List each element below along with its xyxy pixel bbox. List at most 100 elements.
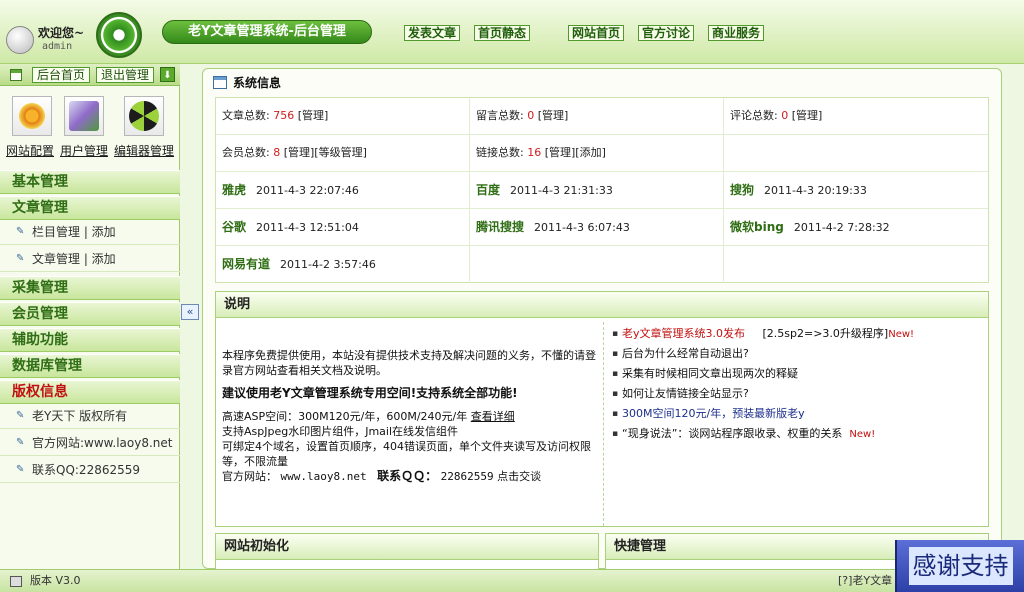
nav-post-article[interactable]: 发表文章 <box>404 25 461 41</box>
description-para2: 建议使用老Y文章管理系统专用空间!支持系统全部功能! <box>222 386 518 400</box>
nav-site-home[interactable]: 网站首页 <box>568 25 625 41</box>
header: 欢迎您~ admin 老Y文章管理系统-后台管理 发表文章 首页静态 网站首页 … <box>0 0 1024 64</box>
comments-cell: 评论总数: 0 [管理] <box>724 98 988 135</box>
thanks-text: 感谢支持 <box>908 547 1013 585</box>
articles-cell: 文章总数: 756 [管理] <box>216 98 470 135</box>
messages-manage-link[interactable]: [管理] <box>538 109 569 122</box>
news-title: “现身说法”：谈网站程序跟收录、权重的关系 <box>622 427 843 440</box>
news-item[interactable]: 如何让友情链接全站显示? <box>612 384 992 404</box>
articles-label: 文章总数: <box>222 109 270 122</box>
menu-sub-article[interactable]: ✎ 文章管理 | 添加 <box>0 246 180 272</box>
site-config-link[interactable]: 网站配置 <box>6 142 54 159</box>
menu-article[interactable]: 文章管理 <box>0 196 180 220</box>
spider-time: 2011-4-3 12:51:04 <box>256 221 359 234</box>
spider-name: 雅虎 <box>222 183 247 197</box>
nav-business-service[interactable]: 商业服务 <box>708 25 765 41</box>
spider-time: 2011-4-3 21:31:33 <box>510 184 613 197</box>
comments-manage-link[interactable]: [管理] <box>792 109 823 122</box>
spider-name: 百度 <box>476 183 501 197</box>
arrow-down-icon[interactable]: ⬇ <box>160 67 175 82</box>
menu-sub-category[interactable]: ✎ 栏目管理 | 添加 <box>0 219 180 245</box>
user-manage-link[interactable]: 用户管理 <box>60 142 108 159</box>
nav-official-forum[interactable]: 官方讨论 <box>638 25 695 41</box>
spider-time: 2011-4-3 22:07:46 <box>256 184 359 197</box>
description-title: 说明 <box>216 292 988 318</box>
news-item[interactable]: “现身说法”：谈网站程序跟收录、权重的关系 New! <box>612 424 992 444</box>
messages-count: 0 <box>527 109 535 122</box>
empty-cell <box>724 135 988 172</box>
site-init-box: 网站初始化 <box>215 533 599 569</box>
news-item[interactable]: 后台为什么经常自动退出? <box>612 344 992 364</box>
menu-database[interactable]: 数据库管理 <box>0 354 180 378</box>
links-count: 16 <box>527 146 542 159</box>
spider-time: 2011-4-3 6:07:43 <box>534 221 630 234</box>
new-badge: New! <box>888 329 915 340</box>
new-badge: New! <box>849 429 876 440</box>
news-item[interactable]: 老y文章管理系统3.0发布 [2.5sp2=>3.0升级程序]New! <box>612 324 992 344</box>
version-text: 版本 V3.0 <box>30 574 81 587</box>
collapse-sidebar-icon[interactable]: « <box>181 304 199 320</box>
main-panel: 系统信息 文章总数: 756 [管理] 留言总数: 0 [管理] 评论总数: 0… <box>202 68 1002 569</box>
spider-time: 2011-4-2 7:28:32 <box>793 221 890 234</box>
articles-manage-link[interactable]: [管理] <box>298 109 329 122</box>
copyright-website[interactable]: ✎ 官方网站:www.laoy8.net <box>0 430 180 456</box>
menu-sub-label: 文章管理 | 添加 <box>32 252 116 266</box>
news-title: 采集有时候相同文章出现两次的释疑 <box>622 367 798 380</box>
spider-name: 微软bing <box>730 220 784 234</box>
thanks-banner[interactable]: 感谢支持 <box>895 540 1024 592</box>
news-item[interactable]: 300M空间120元/年，预装最新版老y <box>612 404 992 424</box>
gears-icon <box>17 101 47 131</box>
site-config-tool[interactable] <box>12 96 52 136</box>
menu-auxiliary[interactable]: 辅助功能 <box>0 328 180 352</box>
copyright-qq: ✎ 联系QQ:22862559 <box>0 457 180 483</box>
pencil-icon: ✎ <box>16 253 25 264</box>
news-title: 300M空间120元/年，预装最新版老y <box>622 407 805 420</box>
editor-manage-tool[interactable] <box>124 96 164 136</box>
username: admin <box>42 41 73 52</box>
news-item[interactable]: 采集有时候相同文章出现两次的释疑 <box>612 364 992 384</box>
system-title: 老Y文章管理系统-后台管理 <box>162 20 372 44</box>
support-line: 支持AspJpeg水印图片组件，Jmail在线发信组件 <box>222 425 459 438</box>
editor-manage-link[interactable]: 编辑器管理 <box>114 142 174 159</box>
domains-line: 可绑定4个域名，设置首页顺序，404错误页面，单个文件夹读写及访问权限等，不限流… <box>222 440 591 468</box>
admin-home-button[interactable]: 后台首页 <box>32 67 91 83</box>
empty-cell <box>470 246 724 283</box>
users-icon <box>69 101 99 131</box>
menu-basic[interactable]: 基本管理 <box>0 170 180 194</box>
user-avatar-icon <box>6 26 34 54</box>
nav-static-home[interactable]: 首页静态 <box>474 25 531 41</box>
spider-time: 2011-4-2 3:57:46 <box>280 258 376 271</box>
top-nav: 发表文章 首页静态 网站首页 官方讨论 商业服务 <box>404 25 774 41</box>
menu-copyright[interactable]: 版权信息 <box>0 380 180 404</box>
links-cell: 链接总数: 16 [管理][添加] <box>470 135 724 172</box>
space-detail-link[interactable]: 查看详细 <box>471 410 515 423</box>
spider-row: 腾讯搜搜 2011-4-3 6:07:43 <box>470 209 724 246</box>
pencil-icon: ✎ <box>16 410 25 421</box>
members-manage-link[interactable]: [管理][等级管理] <box>284 146 367 159</box>
spider-row: 谷歌 2011-4-3 12:51:04 <box>216 209 470 246</box>
menu-collect[interactable]: 采集管理 <box>0 276 180 300</box>
space-price: 高速ASP空间：300M120元/年，600M/240元/年 <box>222 410 468 423</box>
chat-link[interactable]: 点击交谈 <box>497 470 541 483</box>
pencil-icon: ✎ <box>16 437 25 448</box>
articles-count: 756 <box>273 109 295 122</box>
pencil-icon: ✎ <box>16 464 25 475</box>
members-label: 会员总数: <box>222 146 270 159</box>
site-url-link[interactable]: www.laoy8.net <box>281 470 367 483</box>
user-manage-tool[interactable] <box>64 96 104 136</box>
monitor-icon <box>10 576 22 587</box>
sidebar: 后台首页 退出管理 ⬇ 网站配置 用户管理 编辑器管理 基本管理 文章管理 ✎ … <box>0 64 180 569</box>
spider-row: 微软bing 2011-4-2 7:28:32 <box>724 209 988 246</box>
logout-button[interactable]: 退出管理 <box>96 67 155 83</box>
welcome-text: 欢迎您~ <box>38 26 85 40</box>
menu-sub-label: 老Y天下 版权所有 <box>32 409 128 423</box>
spider-name: 搜狗 <box>730 183 755 197</box>
footer: 版本 V3.0 [?]老Y文章 <box>0 569 1024 592</box>
links-manage-link[interactable]: [管理][添加] <box>545 146 606 159</box>
menu-member[interactable]: 会员管理 <box>0 302 180 326</box>
menu-sub-label: 联系QQ:22862559 <box>32 463 141 477</box>
description-para1: 本程序免费提供使用，本站没有提供技术支持及解决问题的义务，不懂的请登录官方网站查… <box>222 349 596 377</box>
news-title: 后台为什么经常自动退出? <box>622 347 749 360</box>
news-list: 老y文章管理系统3.0发布 [2.5sp2=>3.0升级程序]New! 后台为什… <box>612 324 992 444</box>
pencil-icon: ✎ <box>16 226 25 237</box>
